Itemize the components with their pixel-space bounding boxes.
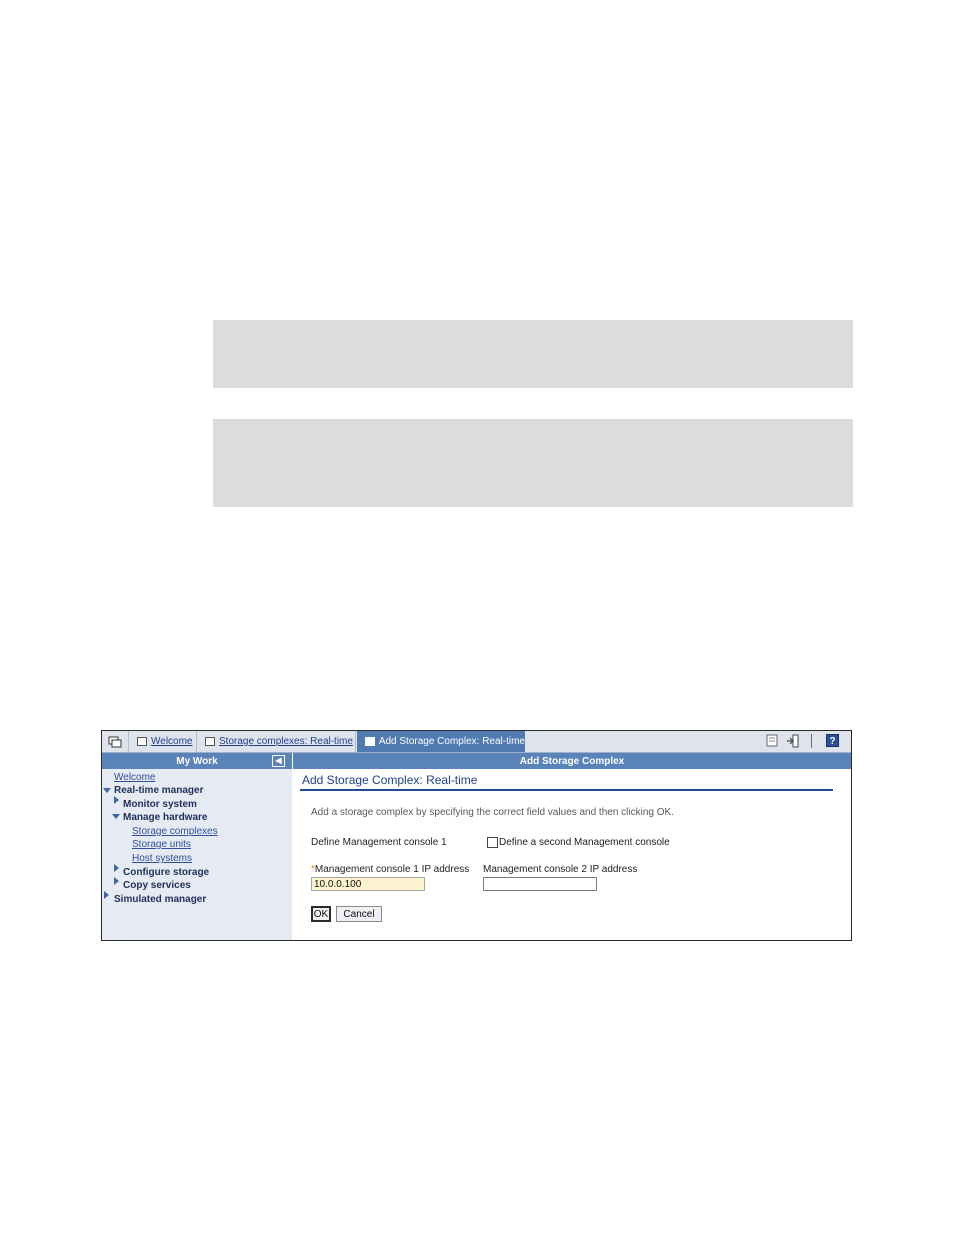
nav-item-monitor-system[interactable]: Monitor system bbox=[123, 799, 197, 810]
page-icon bbox=[137, 737, 147, 746]
nav-item-manage-hardware[interactable]: Manage hardware bbox=[123, 812, 207, 823]
expanded-arrow-icon[interactable] bbox=[112, 814, 120, 819]
main-header: Add Storage Complex bbox=[293, 753, 851, 769]
cancel-button[interactable]: Cancel bbox=[336, 906, 382, 922]
navigation-tree: Welcome Real-time manager Monitor system… bbox=[102, 769, 292, 940]
nav-header: My Work ◀ bbox=[102, 753, 292, 769]
page-icon bbox=[365, 737, 375, 746]
console-1-ip-label-text: Management console 1 IP address bbox=[314, 864, 470, 875]
expanded-arrow-icon[interactable] bbox=[103, 788, 111, 793]
console-2-ip-input[interactable] bbox=[483, 877, 597, 891]
title-divider bbox=[300, 789, 833, 791]
console-1-ip-label: *Management console 1 IP address bbox=[311, 864, 469, 875]
svg-text:?: ? bbox=[829, 736, 835, 747]
nav-item-host-systems[interactable]: Host systems bbox=[132, 853, 192, 864]
ok-button[interactable]: OK bbox=[311, 906, 331, 922]
tab-welcome[interactable]: Welcome bbox=[129, 731, 197, 752]
console-1-ip-input[interactable] bbox=[311, 877, 425, 891]
nav-item-storage-complexes[interactable]: Storage complexes bbox=[132, 826, 218, 837]
second-console-checkbox[interactable] bbox=[487, 837, 498, 848]
nav-item-welcome[interactable]: Welcome bbox=[114, 772, 156, 783]
main-header-label: Add Storage Complex bbox=[519, 755, 625, 767]
nav-item-real-time-manager[interactable]: Real-time manager bbox=[114, 785, 203, 796]
page-title: Add Storage Complex: Real-time bbox=[302, 773, 478, 787]
tab-storage-complexes[interactable]: Storage complexes: Real-time bbox=[198, 731, 356, 752]
gray-placeholder-box-1 bbox=[213, 320, 853, 388]
gray-placeholder-box-2 bbox=[213, 419, 853, 507]
page-icon[interactable] bbox=[766, 734, 778, 747]
tab-storage-complexes-label: Storage complexes: Real-time bbox=[219, 736, 353, 747]
tab-bar: Welcome Storage complexes: Real-time Add… bbox=[102, 731, 851, 753]
page-icon bbox=[205, 737, 215, 746]
define-console-1-label: Define Management console 1 bbox=[311, 837, 447, 848]
exit-icon[interactable] bbox=[786, 734, 800, 748]
collapsed-arrow-icon[interactable] bbox=[114, 796, 119, 804]
instructions-text: Add a storage complex by specifying the … bbox=[311, 807, 674, 818]
nav-header-label: My Work bbox=[176, 755, 218, 767]
collapsed-arrow-icon[interactable] bbox=[114, 877, 119, 885]
nav-item-storage-units[interactable]: Storage units bbox=[132, 839, 191, 850]
tab-add-storage-complex[interactable]: Add Storage Complex: Real-time bbox=[357, 731, 525, 752]
second-console-checkbox-label[interactable]: Define a second Management console bbox=[499, 837, 670, 848]
nav-item-simulated-manager[interactable]: Simulated manager bbox=[114, 894, 206, 905]
toolbar-separator bbox=[811, 734, 812, 748]
storage-manager-window: Welcome Storage complexes: Real-time Add… bbox=[101, 730, 852, 941]
collapsed-arrow-icon[interactable] bbox=[104, 891, 109, 899]
collapse-icon[interactable]: ◀ bbox=[272, 755, 285, 767]
tab-welcome-label: Welcome bbox=[151, 736, 193, 747]
help-icon[interactable]: ? bbox=[826, 734, 839, 747]
nav-item-configure-storage[interactable]: Configure storage bbox=[123, 867, 209, 878]
console-2-ip-label: Management console 2 IP address bbox=[483, 864, 638, 875]
windows-icon[interactable] bbox=[102, 731, 129, 752]
nav-item-copy-services[interactable]: Copy services bbox=[123, 880, 191, 891]
tab-add-storage-complex-label: Add Storage Complex: Real-time bbox=[378, 736, 525, 747]
collapsed-arrow-icon[interactable] bbox=[114, 864, 119, 872]
